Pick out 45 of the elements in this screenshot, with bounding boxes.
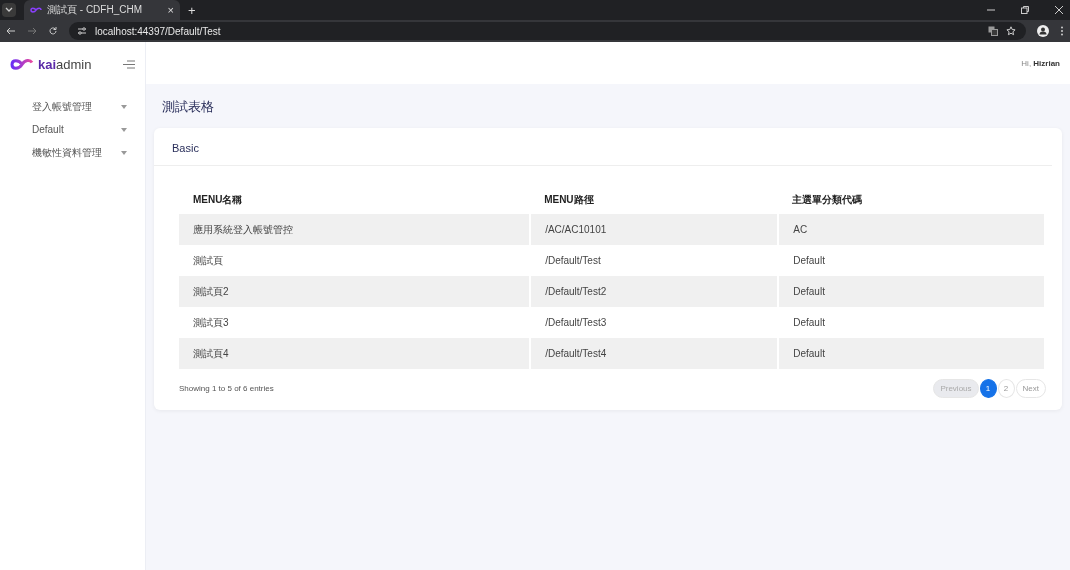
more-icon[interactable]: [1060, 26, 1064, 36]
logo-icon: [30, 6, 42, 14]
close-icon[interactable]: [1054, 5, 1064, 15]
sidebar-item[interactable]: 登入帳號管理: [0, 95, 145, 118]
tab-title: 測試頁 - CDFH_CHM: [47, 3, 142, 17]
address-bar[interactable]: localhost:44397/Default/Test: [69, 22, 1026, 40]
table-cell: /Default/Test4: [530, 338, 779, 369]
table-cell: AC: [778, 214, 1045, 245]
table-cell: Default: [778, 338, 1045, 369]
reload-icon[interactable]: [48, 26, 58, 36]
translate-icon[interactable]: [988, 26, 998, 36]
table-cell: Default: [778, 276, 1045, 307]
column-header[interactable]: 主選單分類代碼: [778, 186, 1045, 214]
table-cell: /AC/AC10101: [530, 214, 779, 245]
table-cell: /Default/Test2: [530, 276, 779, 307]
restore-icon[interactable]: [1020, 5, 1030, 15]
back-icon[interactable]: [6, 26, 16, 36]
column-header[interactable]: MENU路徑: [530, 186, 779, 214]
logo-icon: [10, 58, 34, 71]
star-icon[interactable]: [1006, 26, 1016, 36]
page-title: 測試表格: [161, 98, 215, 116]
url-text: localhost:44397/Default/Test: [95, 25, 221, 37]
new-tab-button[interactable]: +: [188, 3, 196, 17]
user-greeting: Hi, Hizrian: [1021, 58, 1060, 68]
caret-icon: [121, 150, 127, 155]
tab-list-button[interactable]: [2, 3, 16, 17]
table-cell: 測試頁2: [179, 276, 531, 307]
table-cell: 測試頁4: [179, 338, 531, 369]
page-button[interactable]: 1: [979, 379, 997, 398]
forward-icon[interactable]: [27, 26, 37, 36]
logo-text: kaiadmin: [38, 57, 92, 72]
sidebar-item[interactable]: Default: [0, 118, 145, 141]
entries-info: Showing 1 to 5 of 6 entries: [179, 384, 274, 393]
profile-icon[interactable]: [1037, 25, 1049, 37]
site-settings-icon: [77, 27, 87, 35]
caret-icon: [121, 104, 127, 109]
close-tab-button[interactable]: ×: [167, 4, 174, 16]
caret-icon: [5, 7, 13, 13]
sidebar-item[interactable]: 機敏性資料管理: [0, 141, 145, 164]
browser-tab[interactable]: 測試頁 - CDFH_CHM ×: [24, 0, 180, 20]
caret-icon: [121, 127, 127, 132]
column-header[interactable]: MENU名稱: [179, 186, 531, 214]
card-title: Basic: [172, 142, 199, 154]
table-cell: 應用系統登入帳號管控: [179, 214, 531, 245]
menu-icon[interactable]: [123, 60, 135, 69]
